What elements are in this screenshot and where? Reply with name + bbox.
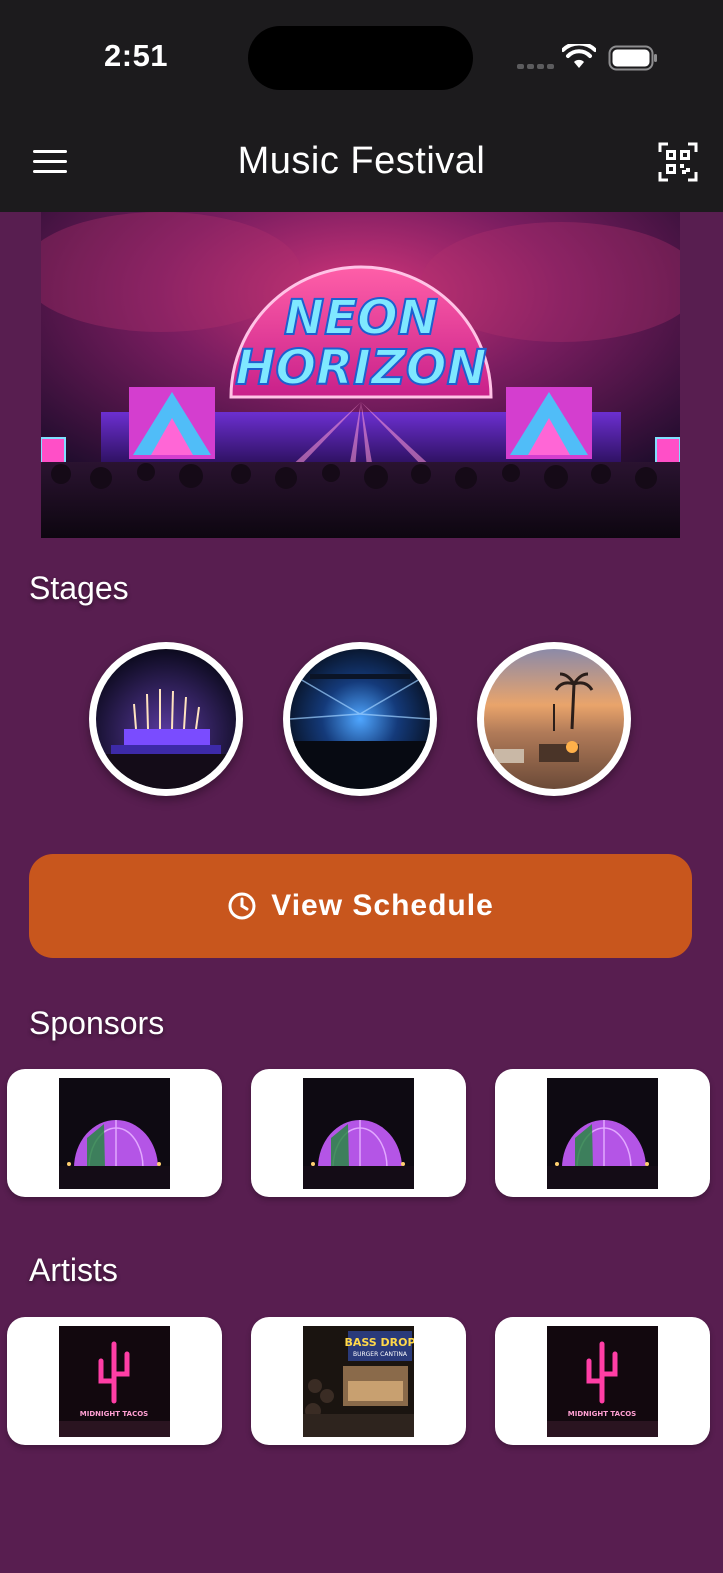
artist-stand-subsign: BURGER CANTINA	[353, 1351, 408, 1358]
stage-fireworks-image	[96, 649, 236, 789]
stages-heading: Stages	[29, 570, 129, 606]
artist-card-1[interactable]: MIDNIGHT TACOS	[7, 1317, 222, 1445]
hero-horizon-text: HORIZON	[235, 340, 487, 396]
clock-icon	[228, 892, 256, 920]
artist-card-3[interactable]: MIDNIGHT TACOS	[495, 1317, 710, 1445]
view-schedule-label: View Schedule	[271, 889, 494, 922]
artist-card-2[interactable]: BASS DROP BURGER CANTINA	[251, 1317, 466, 1445]
artist-cactus-image: MIDNIGHT TACOS	[547, 1326, 658, 1437]
sponsor-card-2[interactable]	[251, 1069, 466, 1197]
status-bar: 2:51	[0, 0, 723, 120]
cellular-signal-icon	[517, 64, 554, 69]
sponsors-heading: Sponsors	[29, 1005, 165, 1041]
stage-avatar-lights[interactable]	[283, 642, 437, 796]
sponsor-card-1[interactable]	[7, 1069, 222, 1197]
dynamic-island	[248, 26, 473, 90]
view-schedule-button[interactable]: View Schedule	[29, 854, 692, 958]
sponsor-dome-image	[303, 1078, 414, 1189]
page-title: Music Festival	[237, 140, 486, 182]
artist-food-stand-image: BASS DROP BURGER CANTINA	[303, 1326, 414, 1437]
stage-lights-image	[290, 649, 430, 789]
sponsor-card-3[interactable]	[495, 1069, 710, 1197]
sponsor-dome-image	[547, 1078, 658, 1189]
artist-stand-sign: BASS DROP	[344, 1336, 414, 1349]
stage-desert-image	[484, 649, 624, 789]
hero-neon-text: NEON	[284, 290, 438, 346]
qr-code-scan-icon[interactable]	[658, 142, 698, 182]
artist-cactus-sign: MIDNIGHT TACOS	[80, 1410, 148, 1418]
artist-cactus-image: MIDNIGHT TACOS	[59, 1326, 170, 1437]
wifi-icon	[562, 44, 596, 68]
artist-cactus-sign: MIDNIGHT TACOS	[568, 1410, 636, 1418]
stage-avatar-fireworks[interactable]	[89, 642, 243, 796]
sponsor-dome-image	[59, 1078, 170, 1189]
hero-banner-image: NEON HORIZON	[41, 212, 680, 538]
artists-heading: Artists	[29, 1252, 118, 1288]
status-time: 2:51	[104, 38, 169, 73]
stage-avatar-desert[interactable]	[477, 642, 631, 796]
battery-icon	[608, 45, 657, 71]
